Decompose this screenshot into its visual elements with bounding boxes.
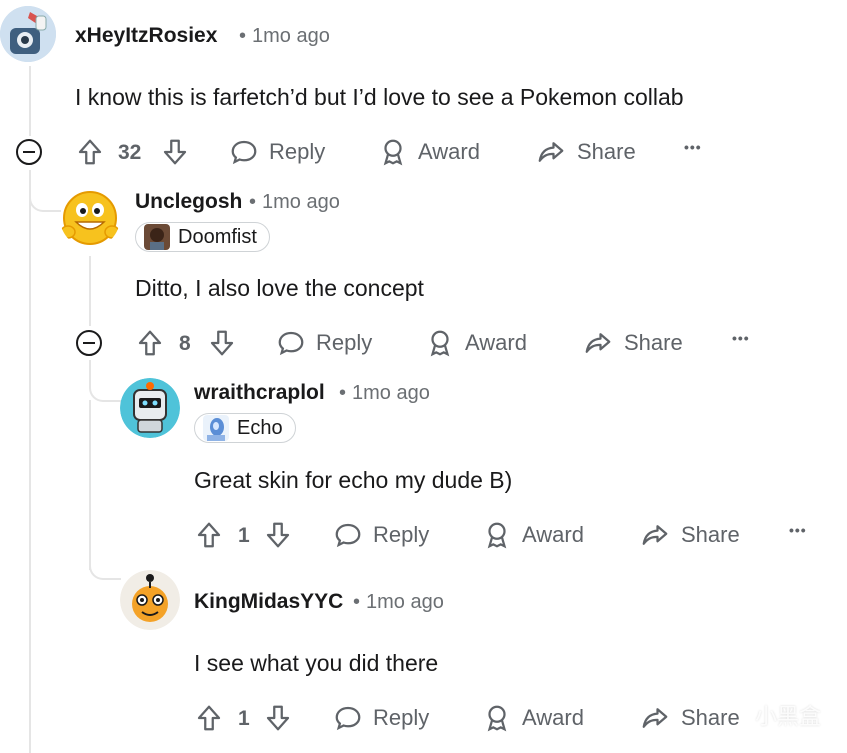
share-label: Share (681, 705, 740, 730)
comment-meta: • 1mo ago (333, 382, 430, 405)
share-button[interactable]: Share (639, 520, 740, 550)
award-button[interactable]: Award (378, 137, 480, 167)
arrow-down-icon (266, 705, 290, 731)
reply-button[interactable]: Reply (333, 520, 429, 550)
arrow-down-icon (266, 522, 290, 548)
timestamp[interactable]: 1mo ago (352, 382, 430, 404)
downvote-button[interactable] (207, 328, 237, 358)
share-label: Share (577, 139, 636, 164)
timestamp[interactable]: 1mo ago (262, 191, 340, 213)
avatar[interactable] (120, 378, 180, 438)
share-label: Share (681, 522, 740, 547)
username[interactable]: xHeyItzRosiex (75, 24, 217, 48)
collapse-thread-button[interactable] (16, 139, 42, 165)
separator-dot: • (249, 191, 257, 213)
award-label: Award (522, 522, 584, 547)
share-icon (538, 142, 564, 162)
upvote-button[interactable] (194, 520, 224, 550)
more-options-button[interactable]: ••• (684, 139, 702, 155)
share-icon (642, 708, 668, 728)
comment-bubble-icon (335, 706, 361, 731)
award-icon (383, 139, 403, 166)
award-label: Award (465, 330, 527, 355)
comment-body: Ditto, I also love the concept (135, 275, 424, 301)
username[interactable]: wraithcraplol (194, 381, 325, 405)
more-options-button[interactable]: ••• (789, 522, 807, 538)
user-flair: Echo (194, 413, 296, 443)
arrow-up-icon (138, 330, 162, 356)
timestamp[interactable]: 1mo ago (366, 591, 444, 613)
award-label: Award (418, 139, 480, 164)
award-icon (487, 522, 507, 549)
avatar[interactable] (0, 6, 56, 62)
reply-button[interactable]: Reply (229, 137, 325, 167)
downvote-button[interactable] (263, 703, 293, 733)
thread-branch-2 (89, 360, 121, 402)
share-button[interactable]: Share (639, 703, 740, 733)
share-icon (642, 525, 668, 545)
upvote-button[interactable] (194, 703, 224, 733)
username[interactable]: KingMidasYYC (194, 590, 343, 614)
arrow-up-icon (197, 705, 221, 731)
separator-dot: • (353, 591, 361, 613)
downvote-button[interactable] (263, 520, 293, 550)
comment-meta: • 1mo ago (233, 25, 330, 48)
arrow-down-icon (210, 330, 234, 356)
award-icon (487, 705, 507, 732)
avatar[interactable] (120, 570, 180, 630)
thread-line-1[interactable] (29, 66, 31, 136)
reply-label: Reply (269, 139, 326, 164)
comment-bubble-icon (335, 523, 361, 548)
comment-body: I see what you did there (194, 650, 439, 676)
separator-dot: • (339, 382, 347, 404)
vote-count: 32 (118, 141, 142, 164)
thread-line-2[interactable] (89, 256, 91, 326)
reply-label: Reply (316, 330, 373, 355)
reply-button[interactable]: Reply (333, 703, 429, 733)
thread-line-2b[interactable] (89, 400, 91, 570)
doomfist-flair-icon (144, 224, 170, 250)
collapse-thread-button[interactable] (76, 330, 102, 356)
avatar[interactable] (60, 188, 120, 248)
arrow-down-icon (163, 139, 187, 165)
reply-button[interactable]: Reply (276, 328, 372, 358)
comment-body: I know this is farfetch’d but I’d love t… (75, 84, 684, 110)
reply-label: Reply (373, 705, 430, 730)
thread-branch-1 (29, 170, 61, 212)
award-button[interactable]: Award (425, 328, 527, 358)
flair-label: Echo (237, 416, 283, 439)
vote-count: 1 (238, 524, 250, 547)
share-icon (585, 333, 611, 353)
upvote-button[interactable] (75, 137, 105, 167)
award-label: Award (522, 705, 584, 730)
vote-count: 1 (238, 707, 250, 730)
username[interactable]: Unclegosh (135, 190, 242, 214)
comment-bubble-icon (278, 331, 304, 356)
user-flair: Doomfist (135, 222, 270, 252)
vote-count: 8 (179, 332, 191, 355)
award-icon (430, 330, 450, 357)
arrow-up-icon (78, 139, 102, 165)
share-button[interactable]: Share (582, 328, 683, 358)
share-label: Share (624, 330, 683, 355)
award-button[interactable]: Award (482, 520, 584, 550)
separator-dot: • (239, 25, 247, 47)
award-button[interactable]: Award (482, 703, 584, 733)
more-options-button[interactable]: ••• (732, 330, 750, 346)
comment-meta: • 1mo ago (243, 191, 340, 214)
watermark: 小黑盒 (754, 704, 821, 729)
reply-label: Reply (373, 522, 430, 547)
comment-body: Great skin for echo my dude B) (194, 467, 513, 493)
arrow-up-icon (197, 522, 221, 548)
comment-meta: • 1mo ago (347, 591, 444, 614)
timestamp[interactable]: 1mo ago (252, 25, 330, 47)
downvote-button[interactable] (160, 137, 190, 167)
comment-bubble-icon (231, 140, 257, 165)
thread-branch-3 (89, 548, 121, 580)
share-button[interactable]: Share (535, 137, 636, 167)
upvote-button[interactable] (135, 328, 165, 358)
flair-label: Doomfist (178, 225, 257, 248)
thread-line-0[interactable] (29, 180, 31, 753)
echo-flair-icon (203, 415, 229, 441)
